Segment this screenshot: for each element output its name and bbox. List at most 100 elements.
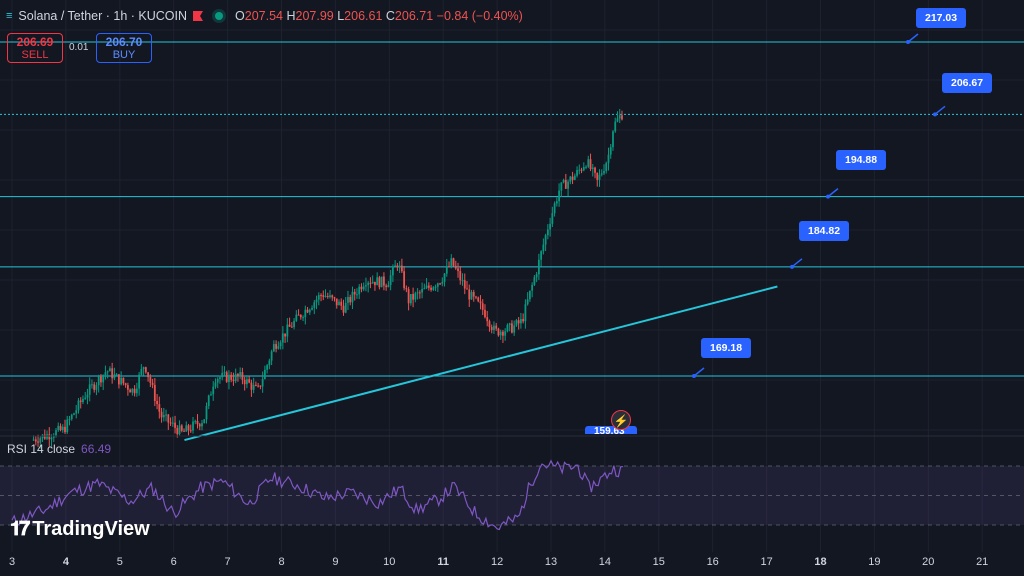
candle-body	[324, 295, 327, 297]
candle-body	[445, 266, 448, 274]
candle-body	[138, 374, 141, 389]
candle-body	[194, 420, 197, 422]
rsi-title[interactable]: RSI 14 close	[7, 442, 75, 456]
candle-body	[212, 386, 215, 395]
candle-body	[576, 170, 578, 176]
candle-body	[398, 265, 401, 268]
candle-body	[470, 291, 473, 300]
candle-body	[344, 302, 347, 313]
open-key: O	[235, 9, 245, 23]
price-level-label-217[interactable]: 217.03	[916, 8, 967, 28]
candle-body	[246, 379, 248, 385]
open-value: 207.54	[244, 9, 283, 23]
time-axis-tick: 10	[383, 556, 396, 568]
candle-body	[367, 282, 370, 286]
candle-body	[214, 382, 217, 387]
candle-body	[192, 421, 194, 431]
buy-label: BUY	[112, 49, 136, 61]
candle-body	[102, 375, 105, 383]
candle-body	[178, 425, 181, 435]
price-line-pointer	[827, 188, 839, 198]
candle-body	[135, 388, 138, 394]
sell-price: 206.69	[16, 35, 54, 49]
time-axis-tick: 13	[544, 556, 558, 568]
candle-body	[515, 320, 518, 326]
candle-body	[225, 372, 228, 382]
candle-body	[43, 434, 46, 439]
sell-button[interactable]: 206.69 SELL	[7, 33, 63, 63]
candle-body	[95, 385, 98, 390]
candle-body	[313, 302, 316, 308]
flag-icon[interactable]	[193, 11, 204, 21]
candle-body	[223, 372, 226, 374]
candle-body	[425, 285, 428, 289]
buy-button[interactable]: 206.70 BUY	[96, 33, 152, 63]
candle-body	[263, 369, 266, 380]
candle-body	[57, 425, 60, 431]
candle-body	[475, 296, 477, 298]
candle-body	[506, 324, 509, 332]
candle-body	[149, 377, 152, 383]
candle-body	[277, 346, 280, 349]
tradingview-logo[interactable]: 𝟏𝟕 TradingView	[10, 518, 150, 541]
candle-body	[230, 374, 233, 380]
candle-body	[203, 419, 206, 424]
candle-body	[609, 147, 612, 155]
candle-body	[596, 172, 599, 180]
candle-body	[241, 372, 244, 380]
candle-body	[549, 223, 552, 230]
candle-body	[326, 295, 329, 298]
candle-body	[250, 382, 253, 390]
market-status-icon[interactable]	[215, 12, 224, 20]
time-axis-tick: 6	[170, 556, 177, 568]
price-level-label-206[interactable]: 206.67	[942, 73, 993, 93]
price-chart[interactable]	[0, 0, 1024, 576]
candle-body	[270, 351, 273, 361]
candle-body	[317, 295, 320, 300]
candle-body	[571, 176, 574, 180]
price-level-label-184[interactable]: 184.82	[799, 221, 850, 241]
candle-body	[234, 374, 237, 382]
price-level-label-159[interactable]: 159.63	[585, 426, 637, 434]
candle-body	[59, 425, 62, 431]
candle-body	[488, 321, 491, 327]
candle-body	[362, 286, 365, 290]
candle-body	[252, 384, 255, 390]
symbol-icon[interactable]: ≡	[6, 10, 12, 22]
close-value: 206.71	[394, 9, 434, 23]
candle-body	[201, 423, 203, 427]
candle-body	[537, 259, 540, 275]
candle-body	[196, 420, 199, 425]
candle-body	[578, 169, 581, 171]
candle-body	[594, 167, 596, 173]
candle-body	[463, 280, 466, 289]
candle-body	[272, 344, 275, 352]
time-axis-tick: 8	[278, 556, 285, 568]
time-axis[interactable]: 3 4 5 6 7 8 9 10 11 12 13 14 15 16 17 18 19 20 21	[0, 552, 1024, 576]
candle-body	[295, 314, 298, 321]
symbol-legend: ≡ Solana / Tether · 1h · KUCOIN O207.54 …	[6, 9, 523, 23]
time-axis-tick: 3	[8, 556, 16, 568]
price-level-label-194[interactable]: 194.88	[836, 150, 887, 170]
candle-body	[183, 430, 185, 432]
candle-body	[205, 405, 208, 420]
price-level-label-169[interactable]: 169.18	[701, 338, 752, 358]
candle-body	[555, 201, 558, 204]
candle-body	[407, 289, 410, 304]
symbol-title[interactable]: Solana / Tether · 1h · KUCOIN	[18, 9, 187, 23]
candle-body	[100, 376, 102, 383]
sell-label: SELL	[21, 49, 49, 61]
candle-body	[365, 285, 367, 287]
candle-body	[472, 291, 475, 297]
candlestick-series	[32, 108, 623, 449]
candle-body	[427, 285, 430, 288]
candle-body	[55, 430, 57, 437]
alert-icon[interactable]: ⚡	[611, 410, 631, 430]
candle-body	[560, 182, 563, 191]
candle-body	[582, 167, 585, 171]
candle-body	[165, 414, 167, 416]
candle-body	[281, 333, 284, 343]
time-axis-tick: 17	[760, 556, 773, 568]
candle-body	[232, 379, 235, 382]
candle-body	[562, 180, 565, 183]
